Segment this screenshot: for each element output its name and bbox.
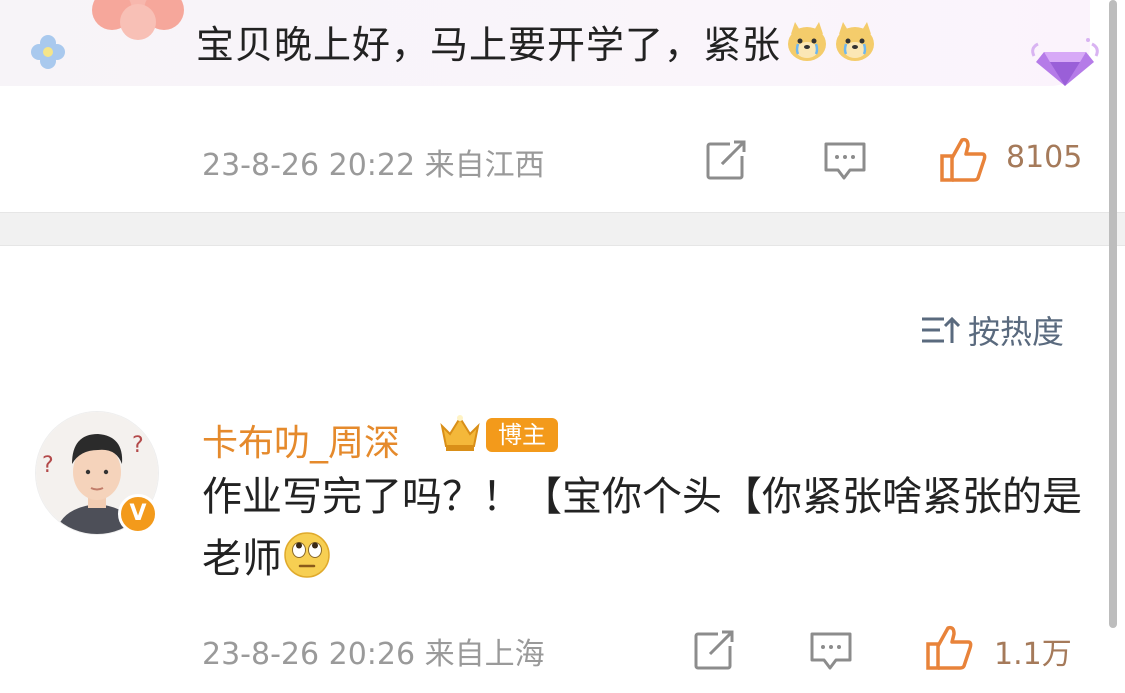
comment-text-content: 作业写完了吗？！【宝你个头【你紧张啥紧张的是老师 — [202, 474, 1082, 582]
verified-mark: V — [129, 501, 147, 526]
post-text: 宝贝晚上好，马上要开学了，紧张 — [196, 14, 877, 69]
share-icon[interactable] — [704, 138, 750, 182]
eye-roll-emoji-icon — [284, 532, 330, 578]
verified-badge-icon: V — [118, 494, 158, 534]
crown-icon — [440, 415, 480, 451]
post-like-count: 8105 — [1006, 140, 1083, 175]
comment-text: 作业写完了吗？！【宝你个头【你紧张啥紧张的是老师 — [202, 466, 1082, 590]
scrollbar[interactable] — [1109, 0, 1117, 628]
post-text-content: 宝贝晚上好，马上要开学了，紧张 — [196, 23, 782, 67]
comment-timestamp: 23-8-26 20:26 — [202, 637, 416, 672]
comment-username[interactable]: 卡布叻_周深 — [202, 414, 400, 466]
doge-crying-emoji-icon — [788, 22, 827, 61]
sort-icon — [922, 316, 960, 343]
sort-toggle[interactable]: 按热度 — [920, 307, 1064, 353]
comment-like-count: 1.1万 — [994, 637, 1072, 672]
flower-decoration-icon — [92, 0, 184, 40]
like-icon[interactable] — [938, 136, 990, 184]
comment-icon[interactable] — [822, 138, 868, 182]
post-location: 来自江西 — [424, 148, 545, 183]
share-icon[interactable] — [692, 628, 738, 672]
doge-crying-emoji-icon — [836, 22, 875, 61]
like-icon[interactable] — [924, 624, 976, 672]
post-meta: 23-8-26 20:22 来自江西 — [202, 140, 545, 184]
svg-text:?: ? — [132, 433, 144, 458]
comment-meta: 23-8-26 20:26 来自上海 — [202, 629, 545, 673]
comment-icon[interactable] — [808, 628, 854, 672]
section-separator — [0, 212, 1125, 246]
sort-label: 按热度 — [968, 313, 1065, 351]
post-timestamp: 23-8-26 20:22 — [202, 148, 416, 183]
svg-text:?: ? — [42, 453, 54, 478]
blogger-badge: 博主 — [486, 418, 558, 452]
diamond-gem-icon — [1031, 38, 1099, 86]
comment-location: 来自上海 — [424, 637, 545, 672]
small-flower-icon — [31, 35, 65, 69]
